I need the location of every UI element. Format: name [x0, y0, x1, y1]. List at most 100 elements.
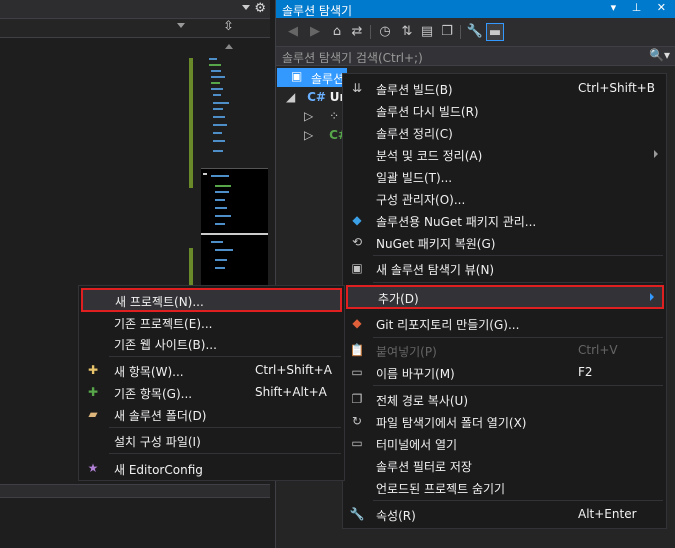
menu-item-existing-project[interactable]: 기존 프로젝트(E)...	[79, 311, 344, 333]
preview-icon[interactable]: ▬	[486, 23, 504, 41]
build-icon: ⇊	[351, 81, 363, 95]
title-bar-buttons[interactable]: ▾ ⊥ ✕	[611, 1, 672, 14]
expand-icon[interactable]: ▷	[304, 128, 313, 142]
copy-icon: ❐	[351, 392, 363, 406]
menu-item-add[interactable]: 추가(D)	[346, 285, 664, 309]
tree-item-solution[interactable]: ▣ 솔루션	[277, 68, 347, 87]
show-all-files-icon[interactable]: ❐	[438, 23, 456, 41]
menu-item-new-explorer-view[interactable]: ▣ 새 솔루션 탐색기 뷰(N)	[343, 257, 666, 279]
tree-item-project[interactable]: ◢ C# Ur	[286, 90, 345, 109]
menu-item-restore-nuget[interactable]: ⟲ NuGet 패키지 복원(G)	[343, 231, 666, 253]
search-icon[interactable]: 🔍▾	[649, 48, 670, 62]
menu-item-new-item[interactable]: ✚ 새 항목(W)... Ctrl+Shift+A	[79, 359, 344, 381]
menu-item-open-in-file-explorer[interactable]: ↻ 파일 탐색기에서 폴더 열기(X)	[343, 410, 666, 432]
minimap-line	[211, 82, 220, 84]
menu-item-setup-config[interactable]: 설치 구성 파일(I)	[79, 429, 344, 451]
menu-item-shortcut: Ctrl+V	[578, 343, 618, 357]
solution-context-menu: ⇊ 솔루션 빌드(B) Ctrl+Shift+B 솔루션 다시 빌드(R) 솔루…	[342, 73, 667, 529]
submenu-arrow-icon	[654, 150, 658, 158]
menu-item-label: 추가(D)	[378, 292, 419, 306]
minimap-line	[213, 102, 229, 104]
menu-item-label: 새 솔루션 폴더(D)	[114, 409, 207, 423]
pending-changes-icon[interactable]: ◷	[376, 23, 394, 41]
menu-item-shortcut: Alt+Enter	[578, 507, 637, 521]
menu-item-label: 솔루션 정리(C)	[376, 127, 453, 141]
menu-item-new-project[interactable]: 새 프로젝트(N)...	[81, 288, 342, 312]
menu-item-create-git-repo[interactable]: ◆ Git 리포지토리 만들기(G)...	[343, 312, 666, 334]
split-window-button[interactable]: ⇳	[187, 19, 270, 38]
collapse-all-icon[interactable]: ▤	[418, 23, 436, 41]
rename-icon: ▭	[351, 365, 363, 379]
menu-item-label: 솔루션 빌드(B)	[376, 83, 453, 97]
menu-item-label: 전체 경로 복사(U)	[376, 394, 469, 408]
menu-item-configuration-manager[interactable]: 구성 관리자(O)...	[343, 187, 666, 209]
toolbar-separator	[370, 25, 371, 39]
menu-item-new-solution-folder[interactable]: ▰ 새 솔루션 폴더(D)	[79, 403, 344, 425]
menu-item-label: 새 프로젝트(N)...	[115, 295, 204, 309]
menu-separator	[373, 255, 663, 256]
split-icon[interactable]: ⇳	[223, 19, 234, 34]
minimap-line	[215, 199, 225, 201]
menu-item-shortcut: Shift+Alt+A	[255, 385, 327, 399]
menu-item-label: 새 EditorConfig	[114, 463, 203, 477]
menu-item-label: 기존 웹 사이트(B)...	[114, 338, 217, 352]
menu-separator	[373, 337, 663, 338]
existing-item-icon: ✚	[87, 385, 99, 399]
menu-item-hide-unloaded[interactable]: 언로드된 프로젝트 숨기기	[343, 476, 666, 498]
menu-item-clean-solution[interactable]: 솔루션 정리(C)	[343, 121, 666, 143]
home-icon[interactable]: ⌂	[328, 23, 346, 41]
minimap-line	[211, 88, 223, 90]
horizontal-scrollbar[interactable]	[0, 484, 270, 498]
menu-item-label: 분석 및 코드 정리(A)	[376, 149, 483, 163]
minimap-line	[215, 191, 229, 193]
menu-item-properties[interactable]: 🔧 속성(R) Alt+Enter	[343, 503, 666, 525]
menu-item-paste[interactable]: 📋 붙여넣기(P) Ctrl+V	[343, 339, 666, 361]
minimap-viewport[interactable]	[201, 168, 268, 288]
wrench-icon[interactable]: 🔧	[466, 23, 484, 41]
menu-item-label: Git 리포지토리 만들기(G)...	[376, 318, 520, 332]
back-icon[interactable]: ◀	[284, 23, 302, 41]
solution-explorer-search[interactable]: 솔루션 탐색기 검색(Ctrl+;) 🔍▾	[276, 46, 675, 66]
solution-icon: ▣	[291, 69, 303, 83]
gear-icon[interactable]: ⚙	[254, 1, 266, 16]
menu-item-label: 붙여넣기(P)	[376, 345, 437, 359]
minimap-line	[215, 223, 225, 225]
paste-icon: 📋	[349, 343, 365, 357]
menu-item-rename[interactable]: ▭ 이름 바꾸기(M) F2	[343, 361, 666, 383]
menu-item-batch-build[interactable]: 일괄 빌드(T)...	[343, 165, 666, 187]
menu-item-label: 새 솔루션 탐색기 뷰(N)	[376, 263, 495, 277]
menu-item-label: 기존 프로젝트(E)...	[114, 317, 213, 331]
new-view-icon: ▣	[351, 261, 363, 275]
expand-icon[interactable]: ▷	[304, 109, 313, 123]
menu-item-analyze[interactable]: 분석 및 코드 정리(A)	[343, 143, 666, 165]
menu-item-copy-full-path[interactable]: ❐ 전체 경로 복사(U)	[343, 388, 666, 410]
wrench-icon: 🔧	[349, 507, 365, 521]
minimap-line	[211, 70, 221, 72]
menu-item-shortcut: Ctrl+Shift+A	[255, 363, 332, 377]
minimap-line	[213, 124, 227, 126]
expand-icon[interactable]: ◢	[286, 90, 295, 104]
chevron-down-icon[interactable]	[177, 23, 185, 28]
forward-icon[interactable]: ▶	[306, 23, 324, 41]
menu-item-label: NuGet 패키지 복원(G)	[376, 237, 496, 251]
menu-item-save-as-filter[interactable]: 솔루션 필터로 저장	[343, 454, 666, 476]
menu-item-existing-website[interactable]: 기존 웹 사이트(B)...	[79, 332, 344, 354]
tab-dropdown-icon[interactable]	[242, 5, 250, 10]
tree-item[interactable]: ▷ ⁘	[304, 109, 339, 128]
menu-separator	[373, 282, 663, 283]
navigation-bar[interactable]	[0, 19, 187, 38]
menu-item-manage-nuget[interactable]: ◆ 솔루션용 NuGet 패키지 관리...	[343, 209, 666, 231]
menu-separator	[109, 356, 341, 357]
menu-item-rebuild-solution[interactable]: 솔루션 다시 빌드(R)	[343, 99, 666, 121]
menu-item-build-solution[interactable]: ⇊ 솔루션 빌드(B) Ctrl+Shift+B	[343, 77, 666, 99]
minimap-line	[215, 215, 231, 217]
switch-views-icon[interactable]: ⇄	[348, 23, 366, 41]
menu-item-open-in-terminal[interactable]: ▭ 터미널에서 열기	[343, 432, 666, 454]
sync-icon[interactable]: ⇅	[398, 23, 416, 41]
menu-item-existing-item[interactable]: ✚ 기존 항목(G)... Shift+Alt+A	[79, 381, 344, 403]
minimap-line	[213, 132, 222, 134]
menu-item-label: 파일 탐색기에서 폴더 열기(X)	[376, 416, 527, 430]
code-minimap[interactable]	[189, 38, 270, 288]
menu-item-new-editorconfig[interactable]: ★ 새 EditorConfig	[79, 457, 344, 479]
search-input[interactable]: 솔루션 탐색기 검색(Ctrl+;)	[282, 49, 423, 66]
